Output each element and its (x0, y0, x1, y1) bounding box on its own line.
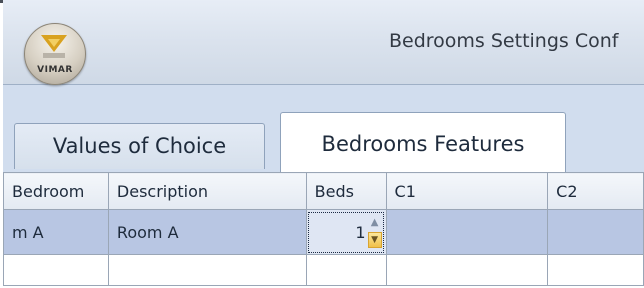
cell-empty[interactable] (305, 254, 387, 286)
column-header-description[interactable]: Description (107, 172, 307, 210)
cell-c1[interactable] (385, 209, 549, 255)
table-header-row: Bedroom Description Beds C1 C2 (3, 172, 644, 210)
vimar-logo-icon (41, 35, 67, 58)
column-header-bedroom[interactable]: Bedroom (3, 172, 109, 210)
spinner-down-icon[interactable]: ▼ (367, 232, 382, 248)
spinner-up-icon[interactable]: ▲ (368, 215, 382, 230)
title-bar: VIMAR Bedrooms Settings Conf (3, 0, 644, 85)
cell-empty[interactable] (385, 254, 549, 286)
beds-value[interactable]: 1 (355, 223, 365, 242)
window-title: Bedrooms Settings Conf (389, 30, 619, 52)
column-header-c2[interactable]: C2 (547, 172, 644, 210)
column-header-beds[interactable]: Beds (305, 172, 387, 210)
table-row[interactable]: m A Room A 1 ▲ ▼ (3, 209, 644, 255)
cell-empty[interactable] (547, 254, 644, 286)
column-header-c1[interactable]: C1 (385, 172, 549, 210)
tab-bedrooms-features[interactable]: Bedrooms Features (280, 112, 566, 172)
logo-label: VIMAR (37, 65, 73, 75)
cell-empty[interactable] (3, 254, 109, 286)
cell-description[interactable]: Room A (107, 209, 307, 255)
tab-values-of-choice[interactable]: Values of Choice (14, 123, 265, 169)
cell-beds-editor[interactable]: 1 ▲ ▼ (305, 209, 387, 255)
cell-empty[interactable] (107, 254, 307, 286)
bedrooms-table: Bedroom Description Beds C1 C2 m A Room … (3, 172, 644, 286)
main-window: VIMAR Bedrooms Settings Conf Values of C… (0, 0, 644, 288)
application-menu-button[interactable]: VIMAR (24, 23, 86, 85)
table-row[interactable] (3, 254, 644, 286)
bedrooms-grid: Bedroom Description Beds C1 C2 m A Room … (3, 172, 644, 288)
beds-spinner[interactable]: ▲ ▼ (367, 215, 382, 249)
tab-strip: Values of Choice Bedrooms Features (3, 112, 644, 173)
cell-bedroom[interactable]: m A (3, 209, 109, 255)
cell-c2[interactable] (547, 209, 644, 255)
